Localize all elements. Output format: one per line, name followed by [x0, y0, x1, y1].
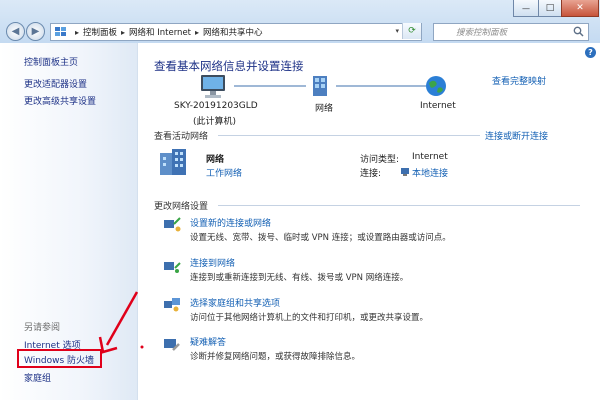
active-network-name: 网络: [206, 155, 225, 165]
local-connection-link[interactable]: 本地连接: [412, 166, 448, 179]
sidebar-item-homegroup[interactable]: 家庭组: [24, 371, 51, 384]
task-connect-network-desc: 连接到或重新连接到无线、有线、拨号或 VPN 网络连接。: [190, 273, 409, 283]
minimize-button[interactable]: —: [513, 0, 539, 17]
task-setup-connection[interactable]: 设置新的连接或网络: [190, 216, 271, 229]
minimize-icon: —: [522, 3, 530, 13]
breadcrumb-control-panel[interactable]: 控制面板: [83, 26, 117, 38]
breadcrumb-network-sharing-center[interactable]: 网络和共享中心: [203, 26, 263, 38]
page-title: 查看基本网络信息并设置连接: [154, 59, 304, 73]
sidebar-item-control-panel-home[interactable]: 控制面板主页: [24, 55, 78, 68]
task-troubleshoot[interactable]: 疑难解答: [190, 335, 226, 348]
map-network-label: 网络: [315, 104, 334, 114]
window-titlebar: — □ ✕ ◀ ▶ ▸ 控制面板 ▸ 网络和 Internet ▸ 网络和共享中…: [0, 0, 600, 43]
active-networks-heading: 查看活动网络: [154, 132, 209, 142]
sidebar-item-change-adapter-settings[interactable]: 更改适配器设置: [24, 77, 87, 90]
change-settings-heading: 更改网络设置: [154, 202, 209, 212]
close-icon: ✕: [576, 3, 584, 13]
forward-arrow-icon: ▶: [31, 26, 40, 37]
forward-button[interactable]: ▶: [26, 22, 45, 41]
setup-connection-icon: [164, 217, 181, 232]
access-type-value: Internet: [412, 152, 448, 162]
task-troubleshoot-desc: 诊断并修复网络问题，或获得故障排除信息。: [190, 352, 361, 362]
see-also-heading: 另请参阅: [24, 323, 61, 333]
refresh-button[interactable]: ⟳: [402, 23, 421, 39]
view-full-map-link[interactable]: 查看完整映射: [492, 74, 546, 87]
sidebar-item-change-advanced-sharing[interactable]: 更改高级共享设置: [24, 94, 96, 107]
work-network-icon: [160, 149, 186, 175]
task-homegroup-sharing[interactable]: 选择家庭组和共享选项: [190, 296, 280, 309]
control-panel-icon: [55, 27, 66, 36]
internet-globe-icon: [426, 76, 446, 96]
local-connection-icon: [401, 168, 409, 176]
chevron-right-icon: ▸: [121, 27, 126, 37]
connection-line: [234, 85, 306, 87]
search-icon: [573, 26, 584, 37]
maximize-button[interactable]: □: [538, 0, 562, 17]
back-button[interactable]: ◀: [6, 22, 25, 41]
computer-icon: [201, 75, 225, 98]
address-bar[interactable]: ▸ 控制面板 ▸ 网络和 Internet ▸ 网络和共享中心 ▾ ⟳: [50, 23, 422, 41]
troubleshoot-icon: [164, 339, 180, 351]
map-internet-label: Internet: [420, 101, 456, 111]
maximize-icon: □: [545, 3, 555, 13]
chevron-right-icon: ▸: [195, 27, 200, 37]
breadcrumb-network-internet[interactable]: 网络和 Internet: [129, 26, 191, 38]
task-homegroup-sharing-desc: 访问位于其他网络计算机上的文件和打印机，或更改共享设置。: [190, 313, 429, 323]
address-dropdown-icon[interactable]: ▾: [395, 27, 399, 35]
task-connect-network[interactable]: 连接到网络: [190, 256, 235, 269]
connections-label: 连接:: [360, 169, 382, 179]
connection-line: [336, 85, 426, 87]
connect-disconnect-link[interactable]: 连接或断开连接: [485, 129, 548, 142]
connect-network-icon: [164, 262, 181, 273]
chevron-right-icon: ▸: [75, 27, 80, 37]
search-placeholder: 搜索控制面板: [456, 28, 508, 38]
main-content: 查看基本网络信息并设置连接 查看完整映射 SKY-20191203GLD (此计…: [138, 43, 600, 400]
sidebar-item-windows-firewall[interactable]: Windows 防火墙: [24, 353, 94, 366]
divider: [218, 135, 480, 136]
refresh-icon: ⟳: [408, 26, 416, 36]
network-icon: [313, 76, 327, 96]
access-type-label: 访问类型:: [360, 155, 400, 165]
map-computer-sub: (此计算机): [193, 117, 237, 127]
close-button[interactable]: ✕: [561, 0, 599, 17]
search-input[interactable]: 搜索控制面板: [433, 23, 589, 41]
divider: [218, 205, 580, 206]
network-type-link[interactable]: 工作网络: [206, 166, 242, 179]
task-setup-connection-desc: 设置无线、宽带、拨号、临时或 VPN 连接；或设置路由器或访问点。: [190, 233, 451, 243]
homegroup-sharing-icon: [164, 298, 180, 312]
map-computer-name: SKY-20191203GLD: [174, 101, 258, 111]
sidebar: 控制面板主页 更改适配器设置 更改高级共享设置 另请参阅 Internet 选项…: [0, 43, 138, 400]
back-arrow-icon: ◀: [11, 26, 20, 37]
